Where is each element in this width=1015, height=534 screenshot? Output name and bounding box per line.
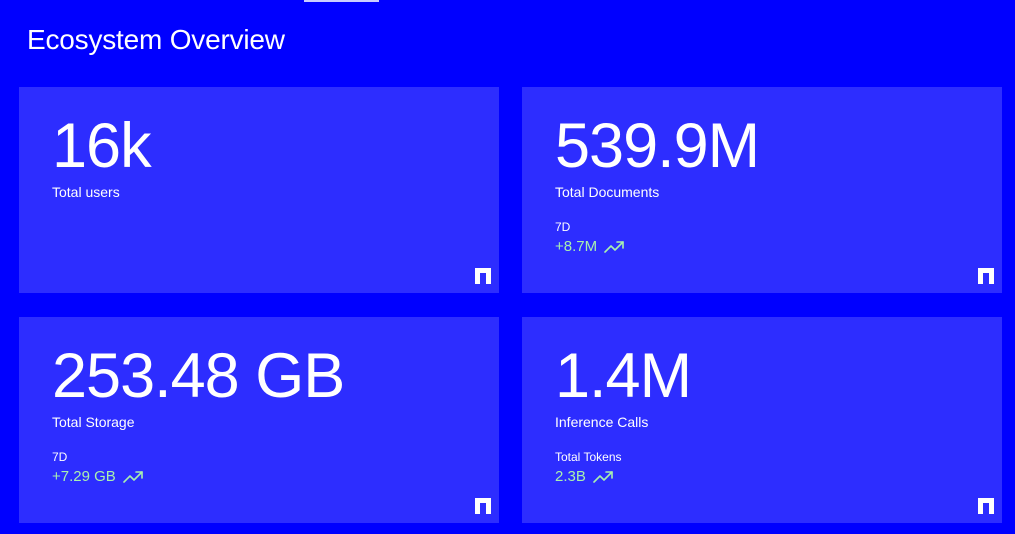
stat-value: 539.9M	[555, 111, 760, 181]
stat-value: 16k	[52, 111, 152, 181]
trending-up-icon	[122, 471, 143, 483]
brand-logo-icon	[978, 498, 994, 514]
stat-sub-label: Total Tokens	[555, 450, 622, 464]
stat-label: Total Storage	[52, 414, 135, 430]
stat-card-inference-calls: 1.4M Inference Calls Total Tokens 2.3B	[522, 317, 1002, 523]
stat-delta-value: 2.3B	[555, 468, 586, 485]
stat-period-label: 7D	[52, 450, 68, 464]
stat-delta: +8.7M	[555, 238, 624, 256]
stat-delta-value: +7.29 GB	[52, 468, 116, 485]
stat-delta: 2.3B	[555, 468, 613, 486]
trending-up-icon	[604, 241, 624, 253]
stat-value: 253.48 GB	[52, 341, 345, 411]
stat-delta: +7.29 GB	[52, 468, 143, 486]
brand-logo-icon	[978, 268, 994, 284]
trending-up-icon	[593, 471, 613, 483]
stat-card-total-storage: 253.48 GB Total Storage 7D +7.29 GB	[19, 317, 499, 523]
page-title: Ecosystem Overview	[27, 24, 285, 55]
stat-period-label: 7D	[555, 220, 571, 234]
active-tab-indicator	[304, 0, 379, 2]
stat-label: Inference Calls	[555, 414, 649, 430]
stat-card-total-documents: 539.9M Total Documents 7D +8.7M	[522, 87, 1002, 293]
brand-logo-icon	[475, 268, 491, 284]
stat-value: 1.4M	[555, 341, 692, 411]
stat-card-total-users: 16k Total users	[19, 87, 499, 293]
stat-delta-value: +8.7M	[555, 238, 598, 255]
stat-label: Total users	[52, 184, 120, 200]
brand-logo-icon	[475, 498, 491, 514]
stat-label: Total Documents	[555, 184, 660, 200]
